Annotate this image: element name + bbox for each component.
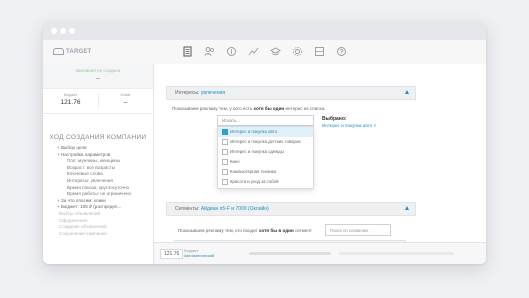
progress-step: Создание объявлений <box>59 224 107 230</box>
campaign-status: кампания не создана – <box>43 64 153 89</box>
progress-step[interactable]: Интересы: увлечения <box>57 178 153 185</box>
hint-prefix: Показываем рекламу тем, у кого есть <box>172 106 253 111</box>
status-text: кампания не создана <box>75 68 121 73</box>
segments-hint: Показываем рекламу тем, кто входит хотя … <box>178 228 312 233</box>
sidebar: кампания не создана – Бюджет 121.76 Охва… <box>43 64 154 264</box>
interests-label: Интересы: <box>175 90 200 96</box>
collapse-caret-icon[interactable] <box>405 206 409 210</box>
selected-interest-chip[interactable]: Интерес и покупка авто × <box>322 123 376 128</box>
top-navigation: TARGET <box>43 40 486 65</box>
footer-budget-label: Бюджет Автоматический <box>184 248 214 258</box>
hint-suffix: сегмент <box>295 228 312 233</box>
dropdown-option[interactable]: Компьютерная техника <box>218 167 313 177</box>
hint-prefix: Показываем рекламу тем, кто входит <box>178 228 258 233</box>
segments-section-header[interactable]: Сегменты: Айдиан n5-F и 7009 (Оклайн) <box>166 202 416 216</box>
option-checkbox[interactable] <box>222 149 228 155</box>
footer-label-bottom[interactable]: Автоматический <box>184 253 214 258</box>
option-checkbox[interactable] <box>222 179 228 185</box>
window-chrome <box>43 22 486 40</box>
window-dot-icon <box>51 28 57 34</box>
stat-label: Бюджет <box>63 93 78 97</box>
collapse-caret-icon[interactable] <box>405 90 409 94</box>
progress-step[interactable]: Ключевые слова <box>57 171 153 178</box>
progress-step[interactable]: + Бюджет: 165 ₽ (распредел... <box>57 204 153 211</box>
progress-steps: + Выбор цели + Настройка параметров Пол: м… <box>57 145 153 237</box>
interests-hint: Показываем рекламу тем, у кого есть хотя… <box>172 106 325 111</box>
layout-icon[interactable] <box>314 46 325 57</box>
chart-icon[interactable] <box>248 46 259 57</box>
campaign-stats: Бюджет 121.76 Охват – <box>43 89 153 114</box>
progress-step: Сохранение кампании <box>59 230 107 236</box>
footer-bar: 121.76 Бюджет Автоматический <box>154 242 486 264</box>
progress-step[interactable]: + Настройка параметров <box>57 152 153 159</box>
progress-heading: ХОД СОЗДАНИЯ КОМПАНИИ <box>49 134 147 141</box>
progress-step[interactable]: Пол: мужчины, женщины <box>57 158 153 165</box>
window-dot-icon <box>60 28 66 34</box>
dropdown-option[interactable]: Интерес и покупка одежды <box>218 147 313 157</box>
stat-budget: Бюджет 121.76 <box>43 93 98 106</box>
ad-document-icon[interactable] <box>182 46 193 57</box>
settings-icon[interactable] <box>292 46 303 57</box>
browser-window: TARGET кампания не создана – Бюджет 121.… <box>43 22 486 264</box>
option-checkbox[interactable] <box>222 159 228 165</box>
progress-step[interactable]: + Выбор цели <box>57 145 153 152</box>
stat-value: – <box>123 99 128 106</box>
segments-value[interactable]: Айдиан n5-F и 7009 (Оклайн) <box>201 206 269 212</box>
main-content: Интересы: увлечения Показываем рекламу т… <box>154 64 486 261</box>
option-label: Компьютерная техника <box>230 169 277 174</box>
hint-bold: хотя бы в один <box>259 228 294 233</box>
dropdown-option[interactable]: Интерес и покупка детских товаров <box>218 137 313 147</box>
money-icon[interactable] <box>226 46 237 57</box>
dropdown-option[interactable]: Интерес и покупка авто <box>218 127 313 137</box>
interests-value[interactable]: увлечения <box>201 90 225 96</box>
search-placeholder: Искать... <box>222 118 241 123</box>
stat-value: 121.76 <box>60 99 81 106</box>
stat-label: Охват <box>120 93 131 97</box>
progress-step[interactable]: Время показа: круглосуточно <box>57 185 153 192</box>
option-checkbox[interactable] <box>222 169 228 175</box>
interests-dropdown: Интерес и покупка авто Интерес и покупка … <box>217 126 314 189</box>
audience-icon[interactable] <box>204 46 215 57</box>
logo-text: TARGET <box>66 49 92 56</box>
logo-mark-icon <box>53 48 64 55</box>
footer-progress-bar <box>249 252 331 255</box>
help-icon[interactable] <box>336 46 347 57</box>
progress-step[interactable]: Возраст: все возрасты <box>57 165 153 172</box>
stat-reach: Охват – <box>98 93 153 106</box>
segments-search-input[interactable]: Поиск по названию <box>325 224 391 236</box>
segments-label: Сегменты: <box>175 206 200 212</box>
search-placeholder: Поиск по названию <box>330 227 369 233</box>
status-dash: – <box>96 76 100 82</box>
option-label: Красота и уход за собой <box>230 179 279 184</box>
option-label: Интерес и покупка детских товаров <box>230 139 301 144</box>
selected-title: Выбрано: <box>322 116 347 122</box>
logo[interactable]: TARGET <box>53 48 91 55</box>
option-checkbox[interactable] <box>222 139 228 145</box>
progress-step[interactable]: Время работы: не ограничено <box>57 191 153 198</box>
footer-budget-value: 121.76 <box>160 249 184 259</box>
education-icon[interactable] <box>270 46 281 57</box>
interests-search-input[interactable]: Искать... <box>217 115 314 126</box>
hint-suffix: интерес из списка. <box>285 106 326 111</box>
footer-progress-bar <box>339 252 454 255</box>
option-label: Кино <box>230 159 240 164</box>
window-dot-icon <box>69 28 75 34</box>
option-label: Интерес и покупка авто <box>230 129 278 134</box>
progress-step: Выбор объявлений <box>59 210 101 216</box>
dropdown-option[interactable]: Красота и уход за собой <box>218 177 313 187</box>
interests-section-header[interactable]: Интересы: увлечения <box>166 86 416 100</box>
dropdown-option[interactable]: Кино <box>218 157 313 167</box>
progress-step[interactable]: + За что платим: клики <box>57 198 153 205</box>
option-checkbox[interactable] <box>222 129 228 135</box>
option-label: Интерес и покупка одежды <box>230 149 284 154</box>
hint-bold: хотя бы один <box>253 106 285 111</box>
